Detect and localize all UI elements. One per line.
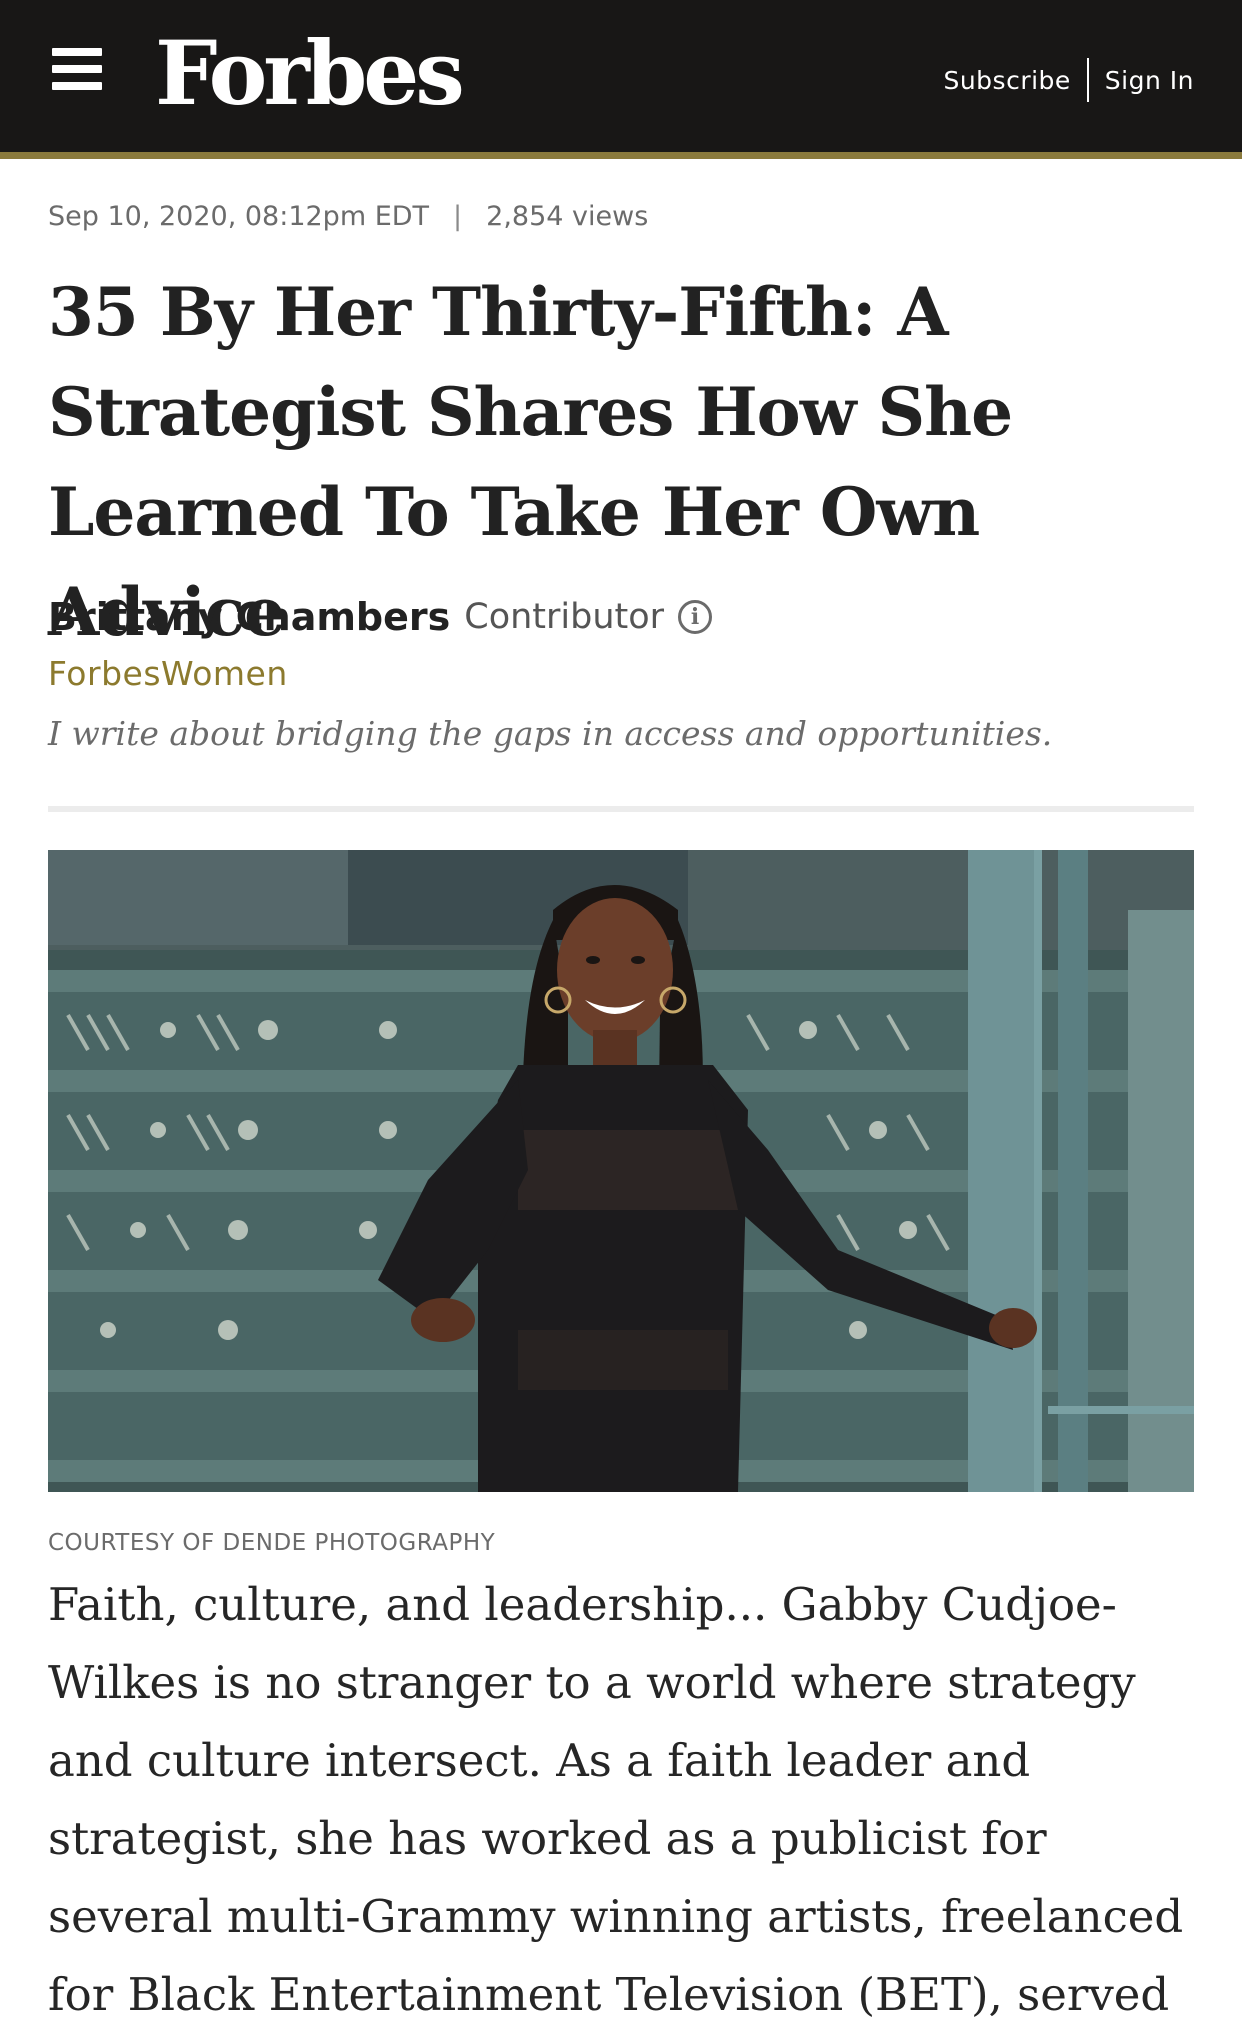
top-navigation-bar: Forbes Subscribe Sign In [0,0,1242,152]
image-caption: COURTESY OF DENDE PHOTOGRAPHY [48,1530,496,1556]
article-hero-image [48,850,1194,1492]
view-count: 2,854 views [486,200,649,232]
link-divider [1086,58,1089,102]
subscribe-link[interactable]: Subscribe [943,66,1070,95]
channel-link[interactable]: ForbesWomen [48,654,288,704]
section-divider [48,806,1194,812]
author-name[interactable]: Brittany Chambers [48,595,450,639]
account-links: Subscribe Sign In [943,56,1194,104]
info-icon[interactable]: i [678,600,713,634]
author-row: Brittany Chambers Contributor i [48,588,713,646]
menu-icon[interactable] [52,48,102,90]
article-body-paragraph: Faith, culture, and leadership... Gabby … [48,1578,1184,2021]
author-role: Contributor [464,597,665,637]
header-accent-line [0,152,1242,159]
meta-separator: | [453,200,463,232]
author-bio: I write about bridging the gaps in acces… [48,714,1053,753]
forbes-logo[interactable]: Forbes [155,18,465,128]
article-meta: Sep 10, 2020, 08:12pm EDT | 2,854 views [48,196,648,236]
publish-date: Sep 10, 2020, 08:12pm EDT [48,200,430,232]
sign-in-link[interactable]: Sign In [1105,66,1194,95]
